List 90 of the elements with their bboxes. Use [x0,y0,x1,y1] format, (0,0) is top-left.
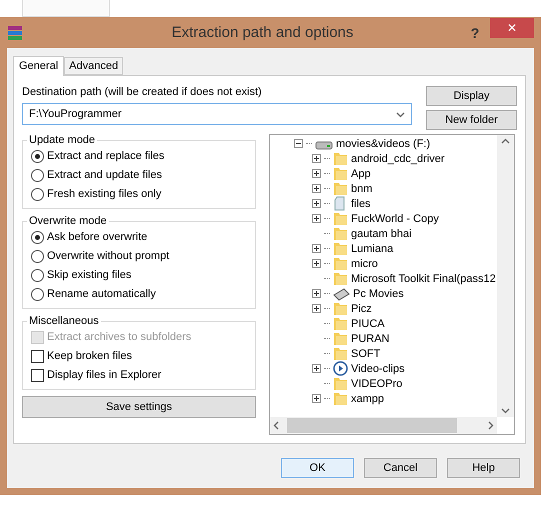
dialog-button[interactable]: OK [281,458,354,478]
tree-item[interactable]: android_cdc_driver [351,152,445,164]
tab[interactable]: General [13,56,64,76]
dialog-button[interactable]: Cancel [364,458,437,478]
option-label: Extract archives to subfolders [47,331,192,343]
tree-item[interactable]: movies&videos (F:) [336,138,430,150]
folder-icon [333,151,348,166]
group-title: Miscellaneous [28,315,100,327]
disc-drive-icon [333,286,350,300]
scroll-right-icon[interactable] [486,421,495,430]
folder-icon [333,271,348,286]
expand-icon[interactable] [312,289,321,298]
option-label: Fresh existing files only [47,188,162,200]
expand-icon[interactable] [312,244,321,253]
horizontal-scrollbar[interactable] [270,417,497,434]
tree-item[interactable]: Lumiana [351,242,394,254]
tree-item[interactable]: Microsoft Toolkit Final(pass12 [351,272,496,284]
tree-item[interactable]: VIDEOPro [351,378,402,390]
side-button[interactable]: Display [426,86,517,106]
expand-icon[interactable] [312,394,321,403]
folder-icon [333,316,348,331]
tree-item[interactable]: FuckWorld - Copy [351,212,439,224]
expand-icon[interactable] [312,304,321,313]
close-button[interactable]: ✕ [490,18,534,38]
tree-item[interactable]: gautam bhai [351,228,412,240]
radio-button[interactable] [31,168,44,182]
folder-icon [333,226,348,241]
expand-icon[interactable] [312,184,321,193]
folder-icon [333,241,348,256]
group-title: Update mode [28,134,96,146]
folder-icon [333,346,348,361]
tree-item[interactable]: App [351,168,371,180]
option-label: Rename automatically [47,288,156,300]
expand-icon[interactable] [312,154,321,163]
tree-item[interactable]: SOFT [351,348,380,360]
folder-icon [333,331,348,346]
archive-books-icon [7,24,25,40]
tab[interactable]: Advanced [64,57,124,75]
scroll-up-icon[interactable] [501,137,510,146]
expand-icon[interactable] [312,214,321,223]
destination-value: F:\YouProgrammer [29,108,123,120]
expand-icon[interactable] [312,364,321,373]
radio-button[interactable] [31,230,44,244]
option-label: Extract and replace files [47,150,164,162]
tree-item[interactable]: Video-clips [351,362,405,374]
option-label: Keep broken files [47,350,132,362]
checkbox[interactable] [31,368,44,382]
collapse-icon[interactable] [294,139,303,148]
scroll-left-icon[interactable] [272,421,281,430]
tree-item[interactable]: bnm [351,182,372,194]
radio-button[interactable] [31,268,44,282]
play-icon [333,361,348,376]
radio-button[interactable] [31,150,44,162]
tree-item[interactable]: xampp [351,392,384,404]
folder-icon [333,256,348,271]
folder-icon [333,391,348,406]
group-title: Overwrite mode [28,215,108,227]
save-settings-button[interactable]: Save settings [22,396,256,418]
expand-icon[interactable] [312,259,321,268]
tree-item[interactable]: Picz [351,302,372,314]
vertical-scrollbar[interactable] [497,135,514,417]
destination-combo[interactable]: F:\YouProgrammer [22,103,412,125]
option-label: Ask before overwrite [47,231,148,243]
folder-icon [333,376,348,391]
option-label: Display files in Explorer [47,369,162,381]
window-title: Extraction path and options [170,24,354,41]
folder-icon [333,166,348,181]
folder-icon [333,211,348,226]
option-label: Overwrite without prompt [47,250,170,262]
radio-button[interactable] [31,188,44,200]
help-button[interactable]: ? [460,24,490,42]
checkbox[interactable] [31,350,44,362]
dialog-button[interactable]: Help [447,458,520,478]
scroll-down-icon[interactable] [501,406,510,415]
expand-icon[interactable] [312,199,321,208]
radio-button[interactable] [31,288,44,300]
option-label: Extract and update files [47,169,162,181]
tree-item[interactable]: files [351,198,371,210]
destination-label: Destination path (will be created if does not exist) [22,86,263,98]
option-label: Skip existing files [47,269,132,281]
dropdown-caret-icon[interactable] [396,110,405,118]
expand-icon[interactable] [312,169,321,178]
folder-icon [333,301,348,316]
tree-item[interactable]: PIUCA [351,318,385,330]
folder-icon [333,181,348,196]
tree-item[interactable]: micro [351,258,378,270]
tree-item[interactable]: PURAN [351,332,390,344]
tree-item[interactable]: Pc Movies [353,288,404,300]
radio-button[interactable] [31,250,44,262]
side-button[interactable]: New folder [426,110,517,130]
